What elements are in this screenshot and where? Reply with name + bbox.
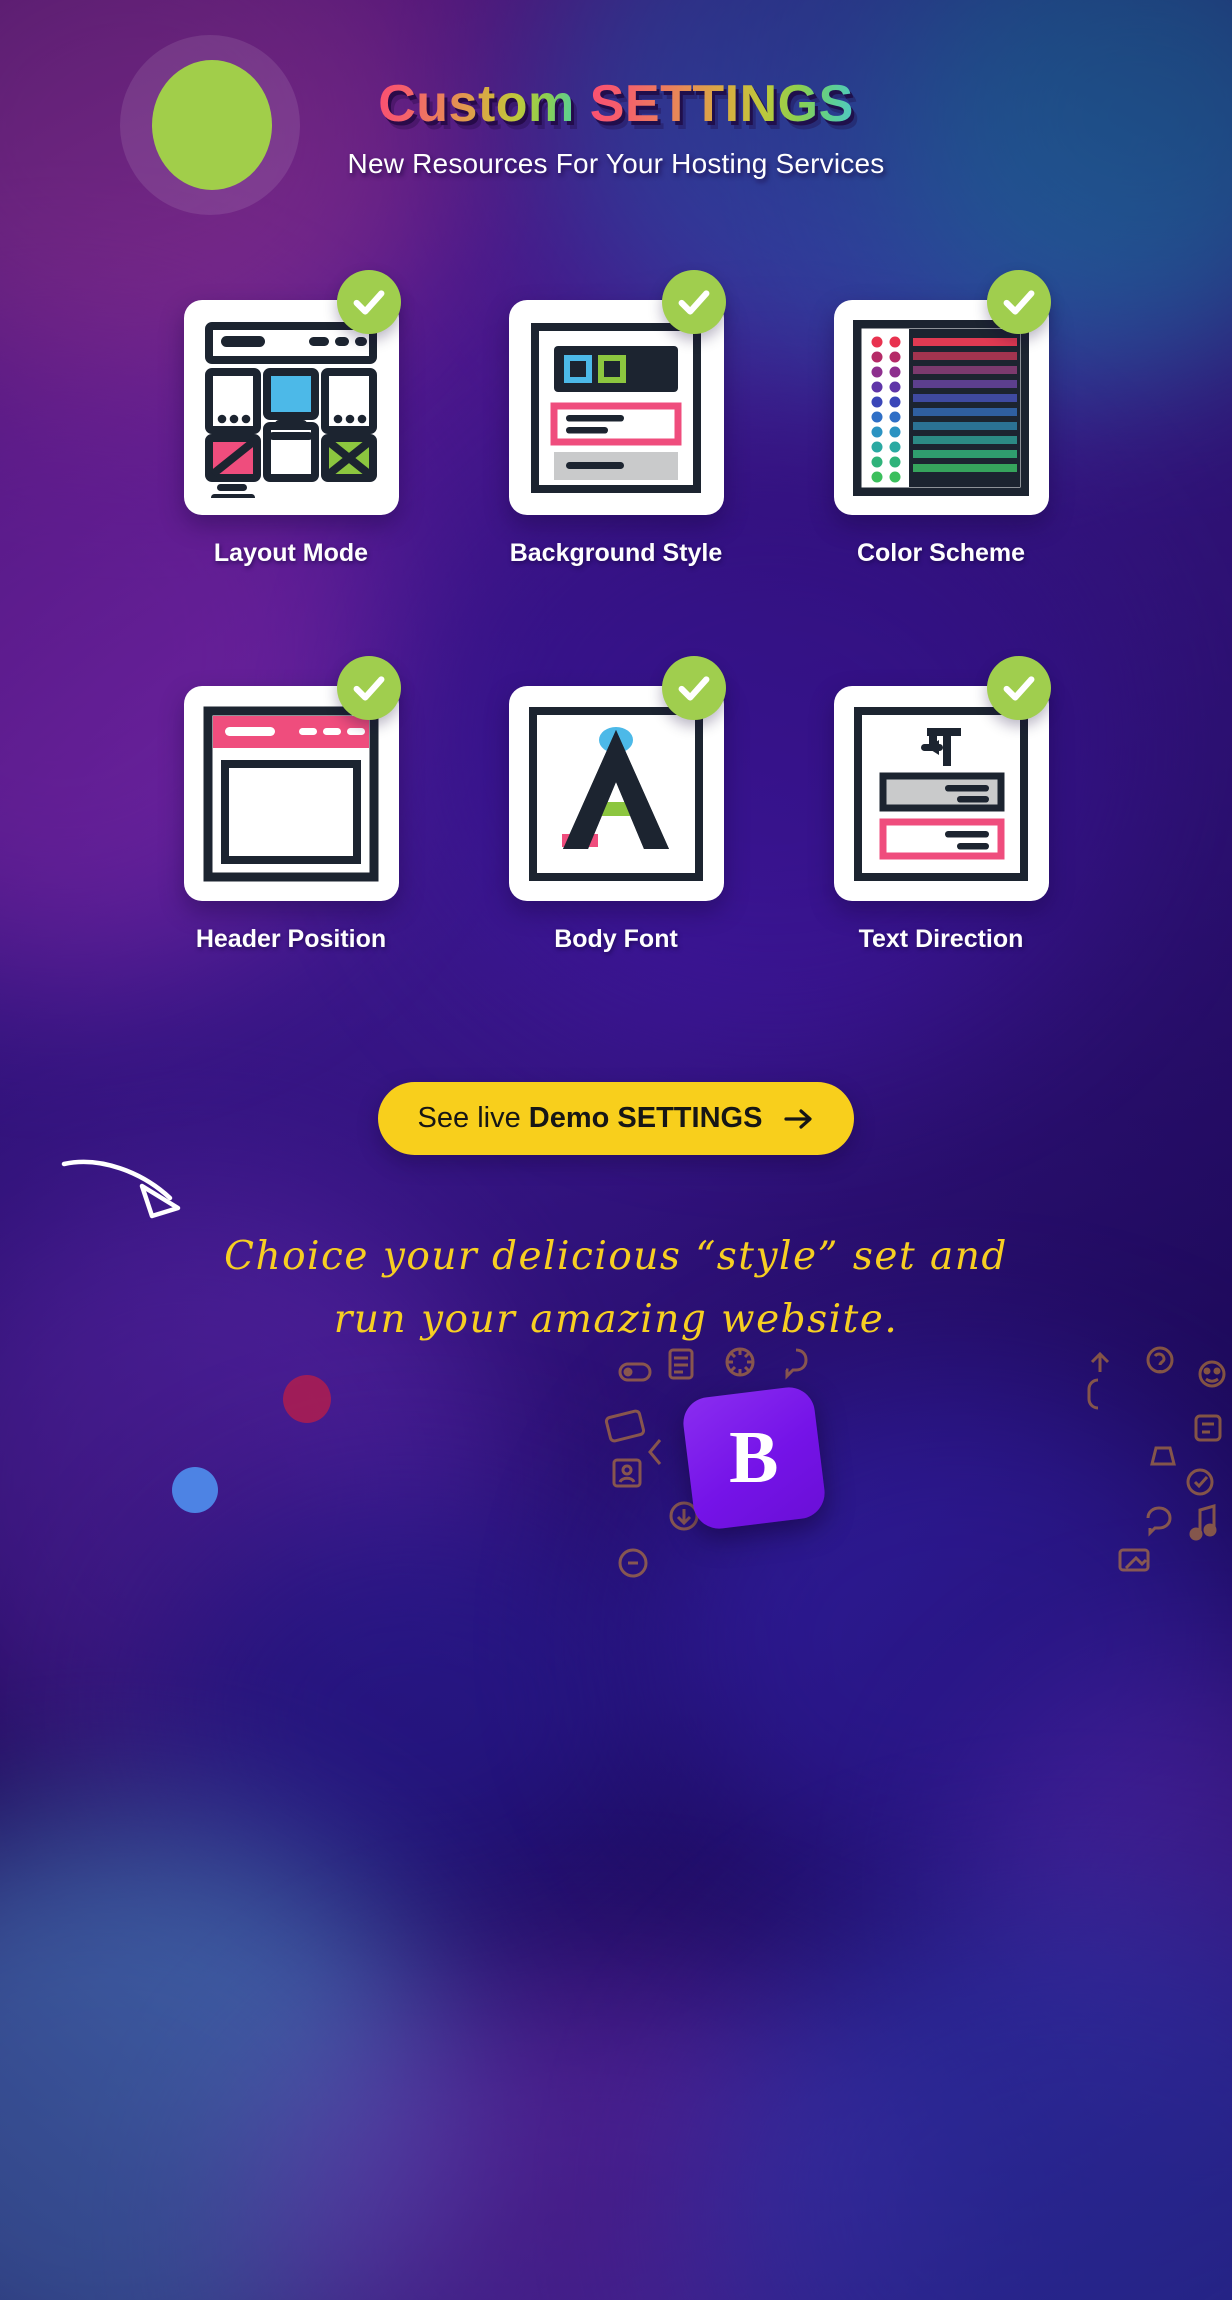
handwritten-tagline: Choice your delicious “style” set and ru…: [0, 1225, 1232, 1351]
check-icon: [353, 676, 384, 701]
settings-card-body-font[interactable]: Body Font: [508, 656, 726, 954]
settings-card-layout-mode[interactable]: Layout Mode: [183, 270, 401, 568]
check-icon: [1003, 676, 1034, 701]
settings-card-header-position[interactable]: Header Position: [183, 656, 401, 954]
card-row-1: Layout Mode Background Style Color Schem…: [183, 270, 1051, 568]
page-title: Custom SETTINGS: [0, 0, 1232, 130]
title-part-settings: SETTINGS: [589, 75, 854, 133]
bootstrap-logo-letter: B: [729, 1416, 779, 1499]
color-swatches-icon: [853, 319, 1029, 496]
settings-card-grid: Layout Mode Background Style Color Schem…: [0, 270, 1232, 954]
card-row-2: Header Position Body Font Text Direction: [183, 656, 1051, 954]
check-badge: [986, 270, 1051, 334]
check-badge: [986, 656, 1051, 720]
page-subtitle: New Resources For Your Hosting Services: [347, 148, 885, 179]
arrow-right-icon: [784, 1107, 814, 1131]
check-icon: [678, 290, 709, 315]
header-position-icon-box[interactable]: [183, 656, 401, 901]
check-badge: [661, 270, 726, 334]
layout-mode-icon-box[interactable]: [183, 270, 401, 515]
card-label: Layout Mode: [213, 539, 369, 567]
color-scheme-icon-box[interactable]: [833, 270, 1051, 515]
cta-label-light: See live: [417, 1102, 529, 1134]
check-icon: [353, 290, 384, 315]
background-style-icon: [531, 322, 701, 493]
background-style-icon-box[interactable]: [508, 270, 726, 515]
text-direction-icon-box[interactable]: [833, 656, 1051, 901]
card-label: Header Position: [195, 925, 387, 953]
tagline-line-1: Choice your delicious “style” set and: [224, 1234, 1008, 1279]
check-icon: [678, 676, 709, 701]
body-font-icon-box[interactable]: [508, 656, 726, 901]
card-label: Background Style: [509, 539, 723, 567]
settings-card-text-direction[interactable]: Text Direction: [833, 656, 1051, 954]
bootstrap-logo[interactable]: B: [680, 1384, 828, 1532]
settings-card-background-style[interactable]: Background Style: [508, 270, 726, 568]
cta-section: See live Demo SETTINGS: [0, 1082, 1232, 1155]
curved-arrow-icon: [61, 1159, 181, 1219]
decorative-red-dot: [283, 1375, 331, 1423]
check-badge: [336, 270, 401, 334]
page-title-text: Custom SETTINGS: [378, 75, 854, 133]
title-part-custom: Custom: [378, 75, 590, 133]
card-label: Color Scheme: [856, 539, 1026, 567]
layout-wireframe-icon: [205, 321, 377, 498]
letter-a-font-icon: [529, 706, 703, 881]
text-direction-icon: [854, 706, 1028, 881]
card-label: Body Font: [554, 925, 678, 953]
header: Custom SETTINGS New Resources For Your H…: [0, 0, 1232, 180]
pilcrow-glyph: [921, 727, 961, 766]
decorative-blue-dot: [172, 1467, 218, 1513]
card-label: Text Direction: [858, 925, 1024, 953]
cta-label-bold: Demo SETTINGS: [528, 1102, 763, 1134]
check-icon: [1003, 290, 1034, 315]
settings-card-color-scheme[interactable]: Color Scheme: [833, 270, 1051, 568]
bootstrap-logo-area: B: [600, 1340, 1232, 1600]
see-live-demo-button[interactable]: See live Demo SETTINGS: [377, 1082, 855, 1155]
check-badge: [336, 656, 401, 720]
header-position-icon: [203, 706, 379, 881]
check-badge: [661, 656, 726, 720]
